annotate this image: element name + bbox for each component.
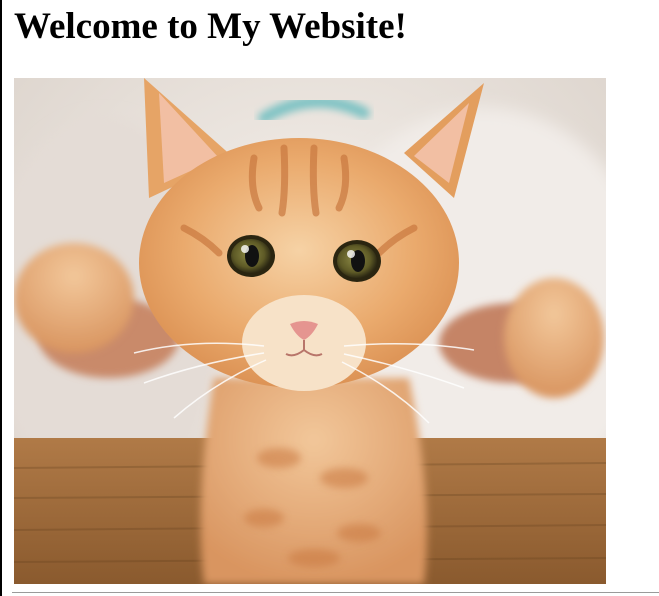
kitten-photo <box>14 78 606 584</box>
kitten-illustration <box>14 78 606 584</box>
page: Welcome to My Website! <box>0 0 659 596</box>
page-title: Welcome to My Website! <box>14 6 407 47</box>
horizontal-rule <box>12 592 659 593</box>
